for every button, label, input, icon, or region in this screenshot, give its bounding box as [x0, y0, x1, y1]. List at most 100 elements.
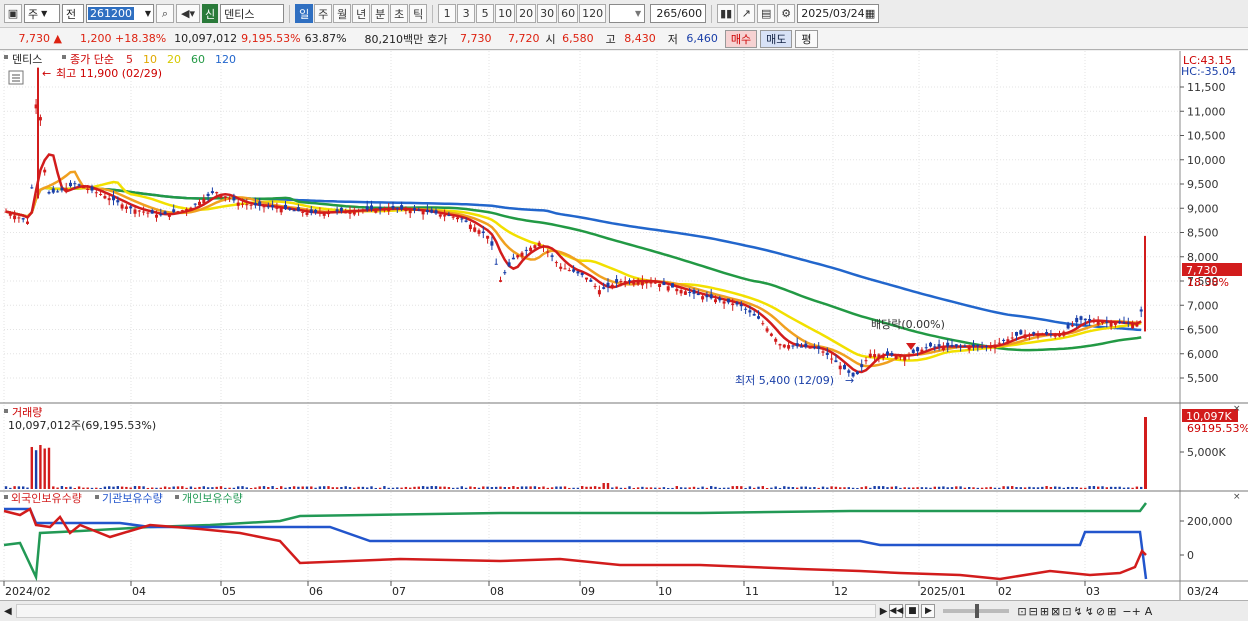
ytick-label: 9,000	[1187, 202, 1219, 215]
candle	[847, 370, 851, 373]
chart-area[interactable]: 11,500 11,000 10,500 10,000 9,500 9,000 8,500 8…	[0, 51, 1248, 600]
scroll-left-icon[interactable]: ◀	[4, 606, 12, 617]
sound-icon[interactable]: ◀▾	[176, 4, 200, 23]
search-icon[interactable]: ⌕	[156, 4, 174, 23]
volume-bar	[533, 486, 537, 489]
period-tab[interactable]: 년	[352, 4, 371, 23]
tool-icons[interactable]: ⊡⊟⊞⊠⊡↯↯⊘⊞	[1017, 605, 1118, 618]
zoom-slider[interactable]	[943, 604, 1010, 618]
volume-bar	[903, 487, 906, 489]
interval-button[interactable]: 30	[537, 4, 558, 23]
interval-button[interactable]: 10	[495, 4, 516, 23]
draw-tool-icon[interactable]: ↗	[737, 4, 756, 23]
close-icon[interactable]: ×	[1233, 492, 1241, 502]
close-icon[interactable]: ×	[1233, 404, 1241, 414]
volume-bar	[1101, 486, 1104, 489]
stock-name-field[interactable]: 덴티스	[220, 4, 285, 23]
stock-chart[interactable]: 11,500 11,000 10,500 10,000 9,500 9,000 8,500 8…	[0, 51, 1248, 600]
candle	[438, 214, 442, 217]
volume-bar	[482, 486, 485, 489]
moving-average-lines	[5, 153, 1142, 374]
volume-bar	[843, 487, 846, 489]
candle	[696, 293, 700, 296]
candle	[752, 313, 756, 316]
candle	[524, 249, 528, 251]
play-icon[interactable]: ▶	[921, 604, 936, 618]
volume-bar	[245, 487, 248, 489]
candle	[1135, 324, 1139, 327]
candle	[309, 209, 313, 214]
candle	[993, 344, 997, 348]
interval-button[interactable]: 3	[457, 4, 476, 23]
volume-bar	[778, 487, 782, 489]
candle	[103, 196, 107, 199]
volume-bar	[267, 487, 270, 489]
volume-bar	[56, 487, 59, 489]
prev-button[interactable]: 전	[62, 4, 84, 23]
period-tab[interactable]: 초	[390, 4, 409, 23]
period-tab[interactable]: 주	[314, 4, 333, 23]
period-tab[interactable]: 틱	[409, 4, 428, 23]
candle	[675, 288, 679, 292]
auto-icon[interactable]: A	[1145, 605, 1153, 618]
candle	[722, 301, 726, 304]
volume-bar	[469, 486, 472, 489]
interval-button[interactable]: 1	[438, 4, 457, 23]
candle	[163, 211, 167, 215]
interval-button[interactable]: 60	[558, 4, 579, 23]
zoom-in-icon[interactable]: +	[1132, 605, 1141, 618]
candle	[812, 347, 816, 349]
period-tab[interactable]: 일	[295, 4, 314, 23]
chevron-down-icon[interactable]: ▼	[145, 9, 153, 18]
candle	[370, 205, 373, 210]
zoom-slider-handle[interactable]	[975, 604, 980, 618]
zoom-out-icon[interactable]: −	[1122, 605, 1131, 618]
candle	[404, 209, 408, 211]
volume-bar	[26, 487, 29, 489]
candle	[241, 203, 244, 205]
stop-icon[interactable]: ■	[905, 604, 920, 618]
period-tab[interactable]: 분	[371, 4, 390, 23]
interval-button[interactable]: 20	[516, 4, 537, 23]
interval-button[interactable]: 5	[476, 4, 495, 23]
volume-bar	[555, 486, 558, 489]
candle	[542, 246, 545, 248]
candle	[800, 346, 803, 348]
chart-window-icon[interactable]: ▣	[4, 4, 22, 23]
date-field[interactable]: 2025/03/24 ▦	[797, 4, 880, 23]
code-input[interactable]: 261200 ▼	[86, 4, 154, 23]
sell-button[interactable]: 매도	[760, 29, 793, 48]
volume-bar	[1118, 486, 1121, 489]
scrollbar-track[interactable]	[15, 604, 876, 618]
interval-select[interactable]: ▼	[609, 4, 646, 23]
candle	[610, 284, 614, 288]
volume-bar	[335, 487, 339, 489]
interval-button[interactable]: 120	[579, 4, 607, 23]
volume-bar	[873, 486, 876, 489]
volume-bar	[925, 487, 928, 489]
volume-bar	[998, 487, 1001, 489]
candle	[671, 283, 674, 288]
eval-button[interactable]: 평	[795, 29, 818, 48]
scroll-right-icon[interactable]: ▶	[880, 606, 888, 617]
volume-bar	[568, 487, 571, 489]
candle	[533, 245, 537, 249]
volume-bar	[464, 487, 468, 489]
candle-type-icon[interactable]: ▮▮	[717, 4, 736, 23]
xtick-label: 12	[834, 585, 848, 598]
count-field[interactable]: 265/600	[650, 4, 707, 23]
buy-button[interactable]: 매수	[724, 29, 758, 48]
gear-icon[interactable]: ⚙	[777, 4, 796, 23]
calendar-icon[interactable]: ▦	[865, 7, 875, 20]
rewind-icon[interactable]: ◀◀	[889, 604, 904, 618]
period-tab[interactable]: 월	[333, 4, 352, 23]
candle	[348, 210, 352, 214]
market-select[interactable]: 주 ▼	[24, 4, 60, 23]
candle	[830, 358, 834, 360]
price-change: 1,200	[80, 32, 112, 45]
volume-bar	[920, 487, 924, 489]
volume-bar	[1135, 486, 1139, 489]
volume-bar	[516, 487, 519, 489]
save-icon[interactable]: ▤	[757, 4, 776, 23]
volume-bar	[757, 486, 760, 489]
